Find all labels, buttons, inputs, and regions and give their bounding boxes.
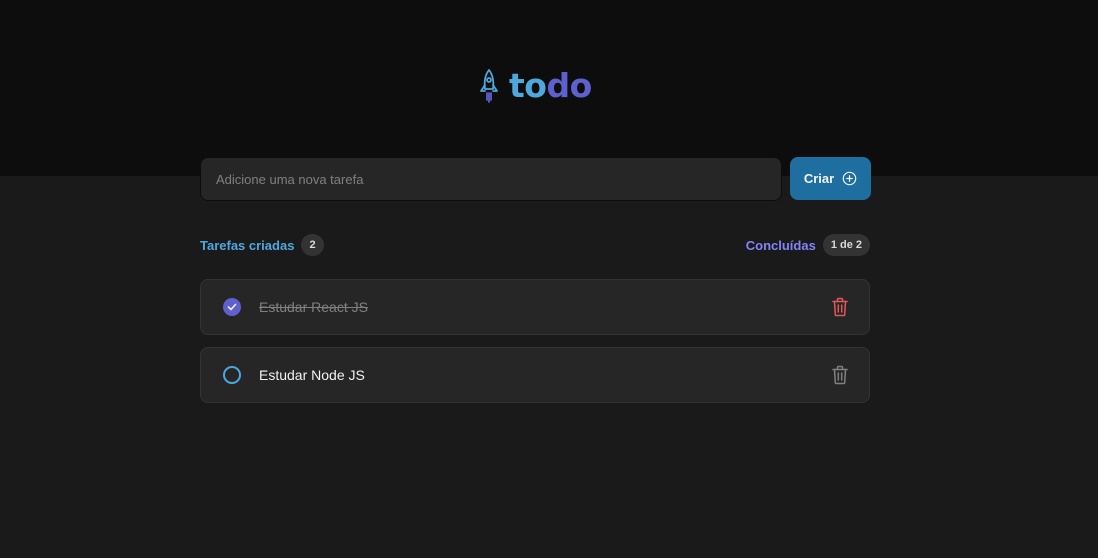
check-icon — [227, 303, 237, 311]
plus-circle-icon — [842, 171, 857, 186]
new-task-form: Criar — [200, 157, 871, 201]
logo-text-do: do — [546, 66, 592, 105]
done-count-badge: 1 de 2 — [822, 234, 870, 256]
rocket-icon — [480, 69, 498, 103]
task-list: Estudar React JS Estudar Node JS — [200, 279, 870, 403]
trash-icon[interactable] — [831, 365, 849, 385]
create-button[interactable]: Criar — [790, 157, 871, 200]
header: todo — [0, 0, 1098, 176]
created-stat: Tarefas criadas 2 — [200, 234, 324, 256]
task-text: Estudar React JS — [259, 299, 368, 315]
task-checkbox-checked[interactable] — [223, 298, 241, 316]
task-item: Estudar Node JS — [200, 347, 870, 403]
done-stat: Concluídas 1 de 2 — [746, 234, 870, 256]
done-label: Concluídas — [745, 237, 816, 253]
task-item: Estudar React JS — [200, 279, 870, 335]
logo: todo — [478, 68, 592, 104]
new-task-input[interactable] — [200, 157, 782, 201]
created-label: Tarefas criadas — [200, 237, 295, 253]
create-button-label: Criar — [803, 171, 835, 186]
logo-text: todo — [509, 68, 592, 104]
logo-text-to: to — [509, 66, 547, 105]
trash-icon[interactable] — [831, 297, 849, 317]
task-checkbox-unchecked[interactable] — [223, 366, 241, 384]
task-stats: Tarefas criadas 2 Concluídas 1 de 2 — [200, 233, 870, 257]
created-count-badge: 2 — [301, 234, 324, 256]
task-text: Estudar Node JS — [259, 367, 365, 383]
